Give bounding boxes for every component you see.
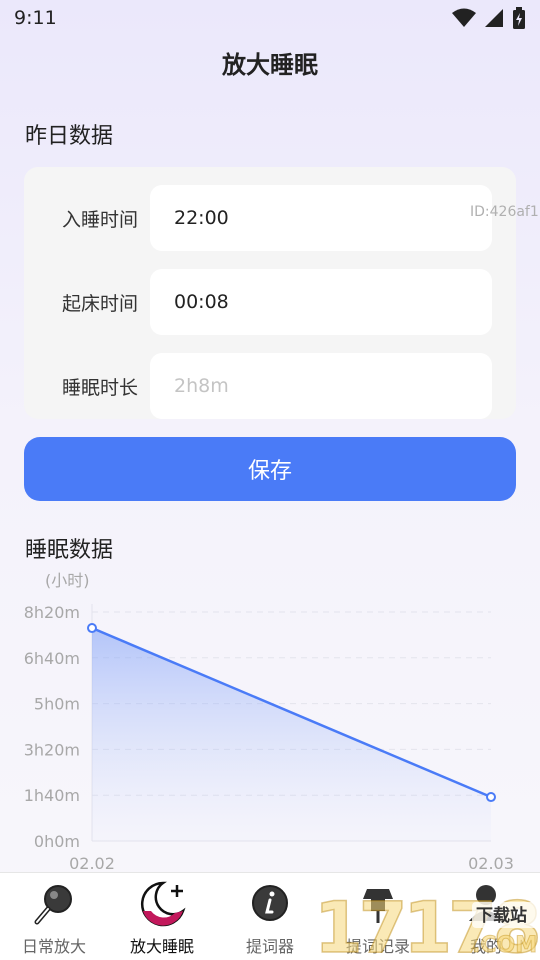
wake-time-input[interactable] xyxy=(150,269,492,335)
sleep-chart: (小时) 0h0m 1h40m 3h20m 5h0m 6h40m 8h20m 02.02 0… xyxy=(0,565,540,875)
magnifier-icon xyxy=(34,885,72,925)
tab-daily-magnify[interactable]: 日常放大 xyxy=(0,873,108,960)
yesterday-section-title: 昨日数据 xyxy=(25,124,114,149)
sleep-start-input[interactable] xyxy=(150,185,492,251)
wake-time-label: 起床时间 xyxy=(61,292,138,315)
sleep-start-label: 入睡时间 xyxy=(61,208,138,231)
page-title: 放大睡眠 xyxy=(222,50,318,79)
watermark-logo: 17178 下载站 .COM xyxy=(313,886,540,960)
yesterday-card: 入睡时间 起床时间 睡眠时长 xyxy=(24,167,516,419)
moon-icon xyxy=(141,881,186,927)
chart-data-point xyxy=(486,792,496,803)
chart-x-tick-label: 02.03 xyxy=(468,854,514,873)
sleep-duration-row: 睡眠时长 xyxy=(24,353,516,419)
tab-teleprompter[interactable]: 提词器 xyxy=(216,873,324,960)
info-icon xyxy=(252,885,288,921)
sleep-duration-label: 睡眠时长 xyxy=(61,376,138,399)
watermark-suffix: .COM xyxy=(472,933,537,958)
tab-sleep-magnify[interactable]: 放大睡眠 xyxy=(108,873,216,960)
tab-label: 日常放大 xyxy=(21,937,86,956)
chart-y-unit-label: (小时) xyxy=(45,571,90,590)
sleep-chart-svg: (小时) 0h0m 1h40m 3h20m 5h0m 6h40m 8h20m 02.02 0… xyxy=(24,571,514,873)
sleep-duration-input[interactable] xyxy=(150,353,492,419)
cell-signal-icon xyxy=(485,9,503,27)
status-bar: 9:11 xyxy=(0,0,540,36)
chart-data-point xyxy=(87,623,97,634)
site-watermark: 17178 下载站 .COM xyxy=(312,880,540,960)
tab-label: 放大睡眠 xyxy=(129,937,194,956)
status-time: 9:11 xyxy=(14,7,57,29)
chart-y-tick-label: 1h40m xyxy=(24,786,80,805)
tab-label: 提词器 xyxy=(245,937,294,956)
watermark-badge: 下载站 xyxy=(476,905,527,926)
id-tag: ID:426af1 xyxy=(470,204,539,220)
battery-icon xyxy=(513,7,525,29)
chart-x-tick-label: 02.02 xyxy=(69,854,115,873)
sleep-area-fill xyxy=(92,628,491,841)
save-button[interactable]: 保存 xyxy=(24,437,516,501)
chart-y-tick-label: 0h0m xyxy=(34,832,80,851)
wifi-icon xyxy=(452,8,476,27)
status-icons xyxy=(452,7,526,29)
wake-time-row: 起床时间 xyxy=(24,269,516,335)
sleep-data-section-title: 睡眠数据 xyxy=(25,538,114,563)
chart-y-tick-label: 8h20m xyxy=(24,603,80,622)
chart-y-tick-label: 6h40m xyxy=(24,649,80,668)
chart-y-tick-label: 3h20m xyxy=(24,740,80,759)
chart-y-tick-label: 5h0m xyxy=(34,695,80,714)
title-bar: 放大睡眠 xyxy=(0,40,540,84)
sleep-start-row: 入睡时间 xyxy=(24,185,516,251)
